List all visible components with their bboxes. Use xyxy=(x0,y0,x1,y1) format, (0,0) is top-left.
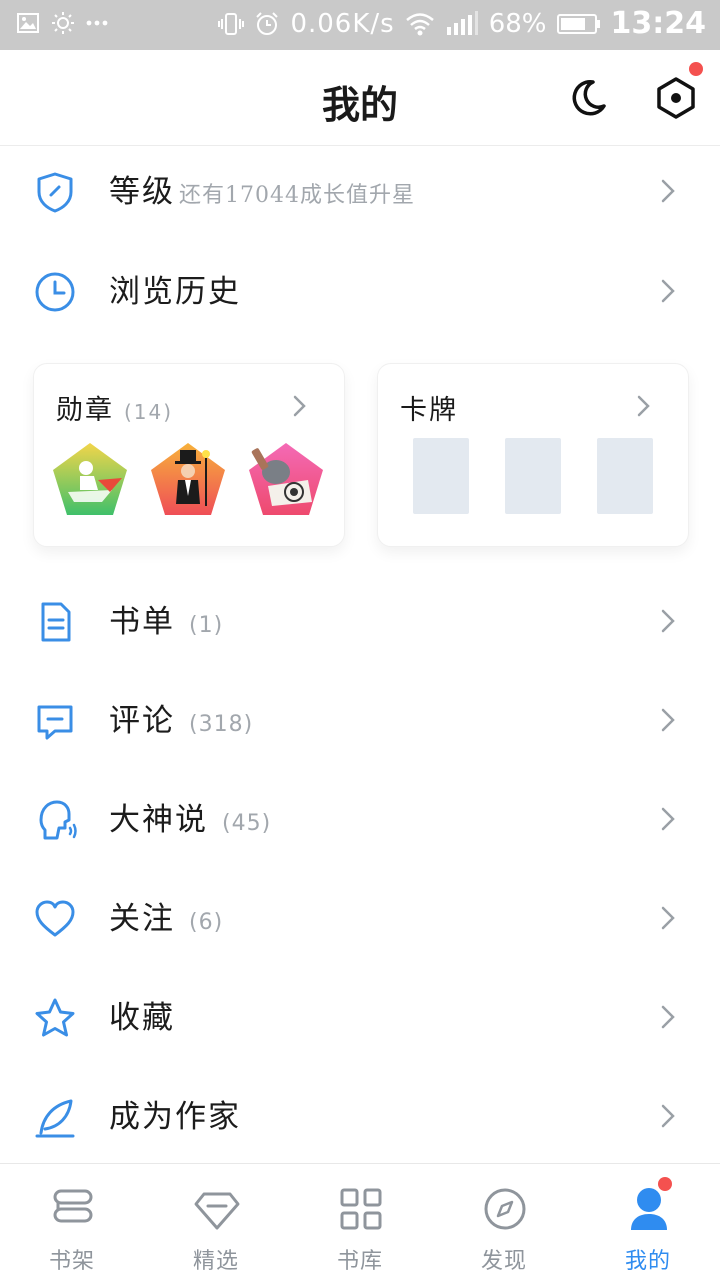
page-title: 我的 xyxy=(321,82,398,127)
bookshelf-icon xyxy=(53,1189,93,1223)
tab-discover-label: 发现 xyxy=(480,1249,527,1274)
author-talk-count: (45) xyxy=(222,811,272,836)
author-talk-row[interactable]: 大神说 (45) xyxy=(0,768,720,867)
chevron-right-icon xyxy=(661,1104,675,1128)
comments-label-line: 评论 (318) xyxy=(109,695,253,740)
booklist-row[interactable]: 书单 (1) xyxy=(0,570,720,669)
card-slot xyxy=(597,438,653,514)
page-header: 我的 xyxy=(0,50,720,146)
become-author-label: 成为作家 xyxy=(109,1099,241,1135)
tab-library[interactable]: 书库 xyxy=(288,1164,432,1281)
comment-icon xyxy=(37,705,73,740)
history-label: 浏览历史 xyxy=(109,274,241,310)
comments-count: (318) xyxy=(189,712,254,737)
document-icon xyxy=(41,602,71,642)
chevron-right-icon xyxy=(293,395,306,417)
settings-hexagon-icon[interactable] xyxy=(654,76,698,120)
profile-notification-dot xyxy=(658,1177,672,1191)
chevron-right-icon xyxy=(661,906,675,930)
speaking-head-icon xyxy=(39,800,77,840)
battery-icon xyxy=(556,13,600,34)
chevron-right-icon xyxy=(661,279,675,303)
card-slot xyxy=(413,438,469,514)
medal-green-badge-icon xyxy=(53,443,127,515)
level-progress-text: 还有17044成长值升星 xyxy=(179,183,415,208)
settings-notification-dot xyxy=(689,62,703,76)
follow-label: 关注 xyxy=(109,901,175,937)
tab-library-label: 书库 xyxy=(336,1249,383,1274)
feather-pen-icon xyxy=(35,1099,75,1138)
more-notifications-icon xyxy=(86,20,108,26)
battery-percent: 68% xyxy=(488,8,547,39)
tab-bookshelf[interactable]: 书架 xyxy=(0,1164,144,1281)
chevron-right-icon xyxy=(637,395,650,417)
author-talk-label: 大神说 xyxy=(109,802,208,838)
follow-row[interactable]: 关注 (6) xyxy=(0,867,720,966)
comments-label: 评论 xyxy=(109,703,175,739)
heart-icon xyxy=(35,900,75,937)
grid-icon xyxy=(340,1188,382,1230)
clock-icon xyxy=(35,272,75,312)
tab-discover[interactable]: 发现 xyxy=(432,1164,576,1281)
card-slot xyxy=(505,438,561,514)
author-talk-label-line: 大神说 (45) xyxy=(109,794,271,839)
clock: 13:24 xyxy=(610,6,707,41)
diamond-icon xyxy=(194,1192,240,1230)
tab-me-label: 我的 xyxy=(624,1249,671,1274)
wifi-icon xyxy=(405,12,434,35)
level-row[interactable]: 等级 还有17044成长值升星 xyxy=(0,140,720,239)
shield-icon xyxy=(37,172,73,213)
tab-featured-label: 精选 xyxy=(192,1249,239,1274)
chevron-right-icon xyxy=(661,1005,675,1029)
bottom-tab-bar: 书架 精选 书库 发现 我的 xyxy=(0,1163,720,1281)
medals-count: (14) xyxy=(124,400,174,424)
alarm-icon xyxy=(256,11,279,35)
vibrate-icon xyxy=(218,12,245,35)
tab-me[interactable]: 我的 xyxy=(576,1164,720,1281)
chevron-right-icon xyxy=(661,807,675,831)
comments-row[interactable]: 评论 (318) xyxy=(0,669,720,768)
network-speed: 0.06K/s xyxy=(290,8,395,39)
medals-title: 勋章 xyxy=(56,395,114,426)
night-mode-moon-icon[interactable] xyxy=(566,76,610,120)
cards-title: 卡牌 xyxy=(400,395,458,426)
chevron-right-icon xyxy=(661,179,675,203)
favorites-label: 收藏 xyxy=(109,1000,175,1036)
status-bar: 0.06K/s 68% 13:24 xyxy=(0,0,720,50)
chevron-right-icon xyxy=(661,708,675,732)
booklist-count: (1) xyxy=(189,613,224,638)
become-author-label-line: 成为作家 xyxy=(109,1091,241,1136)
compass-icon xyxy=(484,1188,526,1230)
booklist-label: 书单 xyxy=(109,604,175,640)
follow-count: (6) xyxy=(189,910,224,935)
cards-card[interactable]: 卡牌 xyxy=(377,363,689,547)
medals-title-line: 勋章 (14) xyxy=(56,388,173,427)
favorites-row[interactable]: 收藏 xyxy=(0,966,720,1065)
medal-scroll-badge-icon xyxy=(249,443,323,515)
follow-label-line: 关注 (6) xyxy=(109,893,223,938)
star-icon xyxy=(35,998,75,1037)
favorites-label-line: 收藏 xyxy=(109,992,175,1037)
signal-icon xyxy=(446,10,478,35)
level-label-line: 等级 还有17044成长值升星 xyxy=(109,166,415,211)
level-label: 等级 xyxy=(109,174,175,210)
tab-bookshelf-label: 书架 xyxy=(48,1249,95,1274)
user-icon xyxy=(631,1188,667,1230)
history-row[interactable]: 浏览历史 xyxy=(0,240,720,339)
image-notification-icon xyxy=(17,13,39,33)
tab-featured[interactable]: 精选 xyxy=(144,1164,288,1281)
become-author-row[interactable]: 成为作家 xyxy=(0,1065,720,1164)
booklist-label-line: 书单 (1) xyxy=(109,596,223,641)
medals-card[interactable]: 勋章 (14) xyxy=(33,363,345,547)
medal-magician-badge-icon xyxy=(151,443,225,515)
chevron-right-icon xyxy=(661,609,675,633)
brightness-icon xyxy=(52,12,74,34)
